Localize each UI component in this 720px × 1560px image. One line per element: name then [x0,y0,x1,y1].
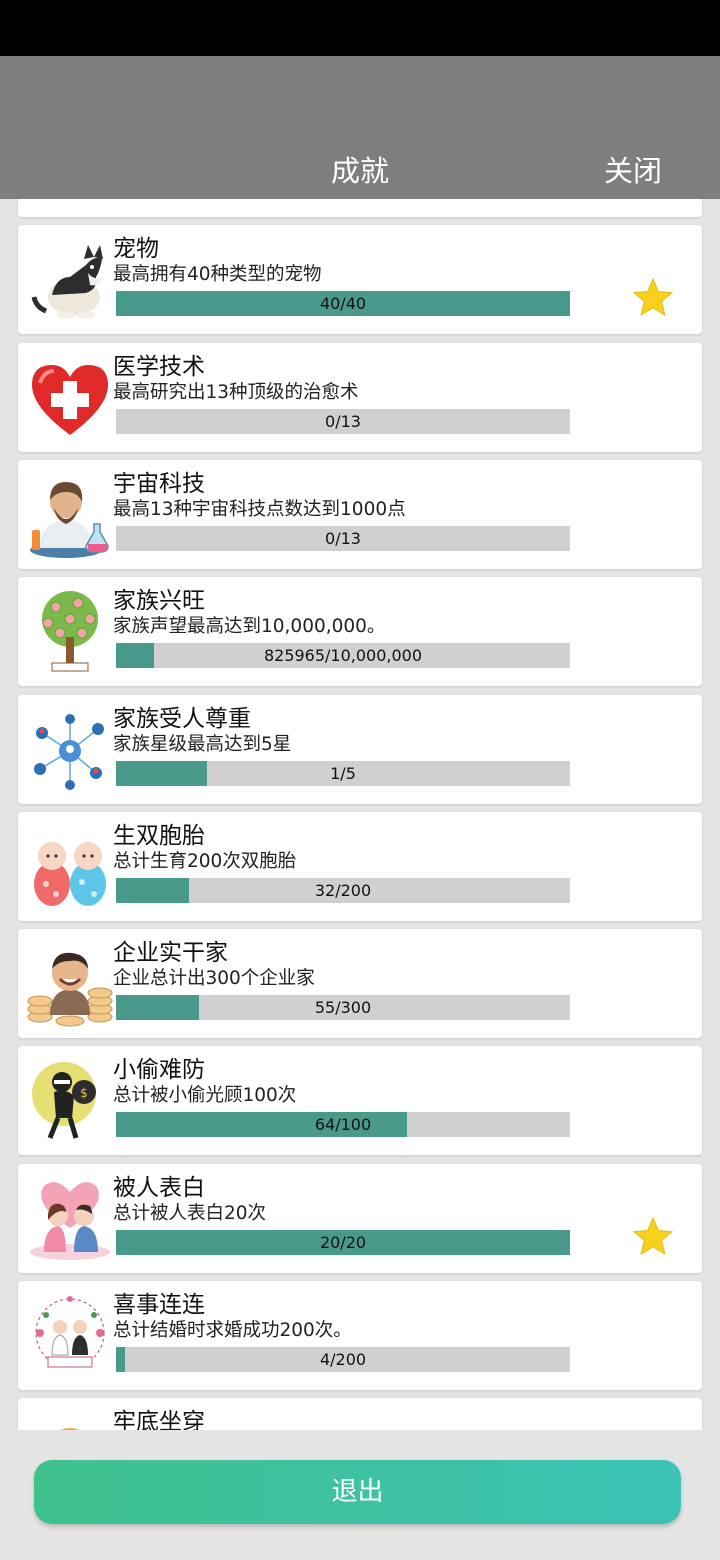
progress-label: 32/200 [314,881,372,900]
progress-bar: 55/300 [116,995,570,1020]
achievement-description: 最高研究出13种顶级的治愈术 [113,382,359,403]
achievement-name: 小偷难防 [113,1057,205,1083]
progress-label: 1/5 [330,764,356,783]
achievement-card[interactable]: $ 小偷难防 总计被小偷光顾100次 64/100 [18,1046,702,1155]
thief-icon: $ [26,1058,114,1144]
exit-button[interactable]: 退出 [34,1460,681,1524]
achievement-card[interactable]: 家族兴旺 家族声望最高达到10,000,000。 825965/10,000,000 [18,577,702,686]
achievement-name: 企业实干家 [113,940,228,966]
achievement-card[interactable]: 被人表白 总计被人表白20次 20/20 [18,1164,702,1273]
achievement-card[interactable]: 宠物 最高拥有40种类型的宠物 40/40 [18,225,702,334]
progress-label: 0/13 [325,412,361,431]
progress-bar: 0/13 [116,409,570,434]
achievement-name: 喜事连连 [113,1292,205,1318]
progress-bar: 20/20 [116,1230,570,1255]
progress-bar: 0/13 [116,526,570,551]
progress-bar: 64/100 [116,1112,570,1137]
achievement-description: 总计生育200次双胞胎 [113,851,297,872]
progress-label: 0/13 [325,529,361,548]
achievement-card[interactable]: 医学技术 最高研究出13种顶级的治愈术 0/13 [18,343,702,452]
achievement-card[interactable]: 喜事连连 总计结婚时求婚成功200次。 4/200 [18,1281,702,1390]
achievement-card[interactable] [18,199,702,217]
achievement-name: 家族兴旺 [113,588,205,614]
network-icon [26,707,114,793]
progress-label: 825965/10,000,000 [263,646,423,665]
achievement-description: 总计被小偷光顾100次 [113,1085,297,1106]
progress-label: 20/20 [319,1233,367,1252]
achievement-list[interactable]: 宠物 最高拥有40种类型的宠物 40/40 医学技术 最高研究出13种顶级的治愈术 0/1… [0,199,720,1430]
achievement-name: 生双胞胎 [113,823,205,849]
medical-heart-icon [26,355,114,441]
achievement-card[interactable]: 牢底坐穿 [18,1398,702,1430]
star-icon [632,1216,674,1258]
prison-icon [26,1410,114,1430]
achievement-name: 宇宙科技 [113,471,205,497]
achievement-name: 医学技术 [113,354,205,380]
achievement-card[interactable]: 企业实干家 企业总计出300个企业家 55/300 [18,929,702,1038]
couple-icon [26,1176,114,1262]
achievement-card[interactable]: 家族受人尊重 家族星级最高达到5星 1/5 [18,695,702,804]
achievement-description: 最高13种宇宙科技点数达到1000点 [113,499,406,520]
header-bar: 成就 关闭 [0,56,720,199]
wedding-icon [26,1293,114,1379]
footer: 退出 [0,1430,720,1560]
achievement-description: 总计被人表白20次 [113,1203,267,1224]
achievement-card[interactable]: 生双胞胎 总计生育200次双胞胎 32/200 [18,812,702,921]
achievement-description: 总计结婚时求婚成功200次。 [113,1320,352,1341]
achievement-description: 最高拥有40种类型的宠物 [113,264,322,285]
scientist-icon [26,472,114,558]
achievement-description: 家族声望最高达到10,000,000。 [113,616,386,637]
svg-text:$: $ [80,1086,88,1100]
coins-icon [26,199,114,206]
progress-bar: 40/40 [116,291,570,316]
achievement-name: 宠物 [113,236,159,262]
businessman-icon [26,941,114,1027]
progress-bar: 4/200 [116,1347,570,1372]
star-icon [632,277,674,319]
progress-label: 55/300 [314,998,372,1017]
progress-label: 64/100 [314,1115,372,1134]
dog-icon [26,237,114,323]
status-bar [0,0,720,56]
achievement-name: 被人表白 [113,1175,205,1201]
achievement-name: 家族受人尊重 [113,706,251,732]
close-button[interactable]: 关闭 [604,148,662,190]
achievement-name: 牢底坐穿 [113,1409,205,1430]
family-tree-icon [26,589,114,675]
progress-bar: 825965/10,000,000 [116,643,570,668]
twins-icon [26,824,114,910]
progress-bar: 1/5 [116,761,570,786]
achievement-description: 企业总计出300个企业家 [113,968,315,989]
achievement-description: 家族星级最高达到5星 [113,734,292,755]
achievement-card[interactable]: 宇宙科技 最高13种宇宙科技点数达到1000点 0/13 [18,460,702,569]
progress-bar: 32/200 [116,878,570,903]
progress-label: 4/200 [319,1350,367,1369]
progress-label: 40/40 [319,294,367,313]
